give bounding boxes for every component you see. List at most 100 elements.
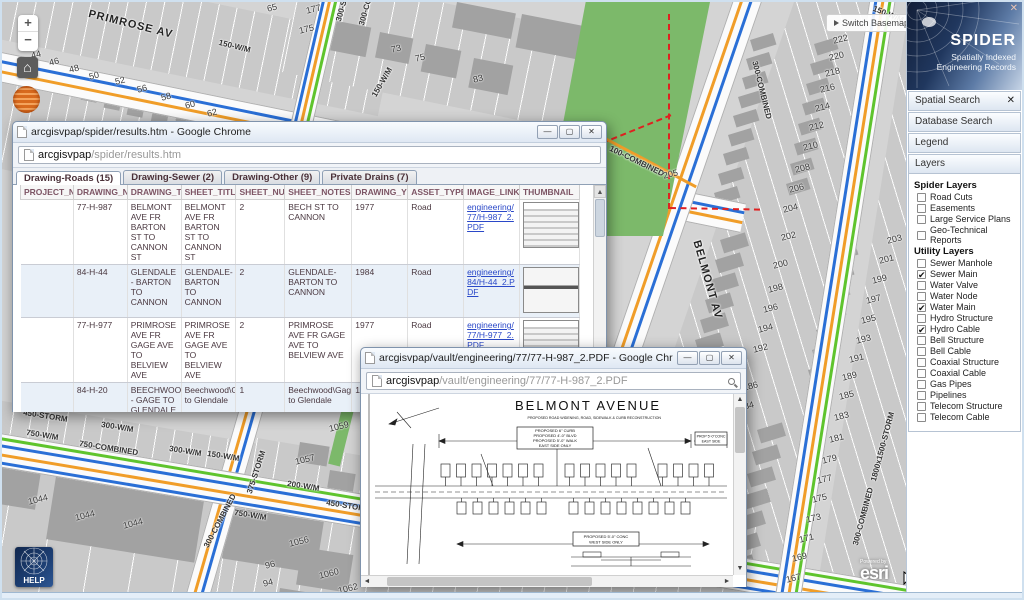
layer-item-hydro-structure[interactable]: Hydro Structure: [917, 313, 1017, 323]
maximize-button[interactable]: ▢: [559, 125, 580, 139]
layer-checkbox[interactable]: [917, 336, 926, 345]
table-cell: PRIMROSE AVE FR GAGE AVE TO BELVIEW AVE: [127, 318, 181, 383]
sidebar-panel-layers[interactable]: Layers: [908, 154, 1021, 174]
layer-checkbox[interactable]: ✔: [917, 270, 926, 279]
layer-item-water-valve[interactable]: Water Valve: [917, 280, 1017, 290]
home-button[interactable]: ⌂: [17, 57, 38, 78]
layer-item-telecom-cable[interactable]: Telecom Cable: [917, 412, 1017, 422]
drawing-thumbnail[interactable]: [523, 202, 579, 248]
layer-checkbox[interactable]: [917, 215, 926, 224]
panel-close-icon[interactable]: ✕: [1007, 92, 1015, 110]
layer-checkbox[interactable]: ✔: [917, 325, 926, 334]
layer-checkbox[interactable]: [917, 292, 926, 301]
sidebar-panel-spatial-search[interactable]: Spatial Search✕: [908, 91, 1021, 111]
column-header[interactable]: DRAWING_NUM: [73, 185, 127, 200]
table-cell: engineering/77/H-987_2.PDF: [464, 200, 520, 265]
layer-item-water-main[interactable]: ✔Water Main: [917, 302, 1017, 312]
layer-item-sewer-manhole[interactable]: Sewer Manhole: [917, 258, 1017, 268]
layer-item-bell-structure[interactable]: Bell Structure: [917, 335, 1017, 345]
layer-checkbox[interactable]: [917, 402, 926, 411]
layer-item-geo-technical-reports[interactable]: Geo-Technical Reports: [917, 225, 1017, 245]
help-button[interactable]: HELP: [15, 547, 53, 587]
search-icon[interactable]: [728, 378, 735, 385]
column-header[interactable]: SHEET_NOTES: [285, 185, 352, 200]
minimize-button[interactable]: —: [677, 351, 698, 365]
maximize-button[interactable]: ▢: [699, 351, 720, 365]
scrollbar-thumb[interactable]: [387, 577, 592, 586]
column-header[interactable]: ASSET_TYPE_D: [408, 185, 464, 200]
layer-item-gas-pipes[interactable]: Gas Pipes: [917, 379, 1017, 389]
layer-checkbox[interactable]: [917, 358, 926, 367]
layer-checkbox[interactable]: [917, 369, 926, 378]
table-cell: 2: [236, 318, 285, 383]
column-header[interactable]: SHEET_TITLE: [181, 185, 236, 200]
layer-item-water-node[interactable]: Water Node: [917, 291, 1017, 301]
pdf-window-titlebar[interactable]: arcgisvpap/vault/engineering/77/77-H-987…: [361, 348, 746, 369]
pdf-horizontal-scrollbar[interactable]: ◄ ►: [361, 575, 733, 587]
results-tab[interactable]: Drawing-Other (9): [224, 170, 320, 184]
layer-checkbox[interactable]: [917, 314, 926, 323]
layer-item-coaxial-cable[interactable]: Coaxial Cable: [917, 368, 1017, 378]
scroll-down-arrow[interactable]: ▼: [734, 563, 746, 575]
column-header[interactable]: DRAWING_YEA: [352, 185, 408, 200]
layer-label: Water Node: [930, 291, 978, 301]
switch-basemap-button[interactable]: Switch Basemap: [826, 14, 917, 32]
layer-item-sewer-main[interactable]: ✔Sewer Main: [917, 269, 1017, 279]
layer-checkbox[interactable]: [917, 193, 926, 202]
map-building: [750, 33, 776, 51]
minimize-button[interactable]: —: [537, 125, 558, 139]
drawing-thumbnail[interactable]: [523, 267, 579, 313]
layer-checkbox[interactable]: [917, 347, 926, 356]
scrollbar-thumb[interactable]: [595, 199, 605, 237]
layer-checkbox[interactable]: [917, 204, 926, 213]
results-tab[interactable]: Drawing-Sewer (2): [123, 170, 222, 184]
zoom-in-button[interactable]: +: [18, 15, 38, 32]
results-url-field[interactable]: arcgisvpap/spider/results.htm: [18, 146, 601, 164]
sidebar-panel-database-search[interactable]: Database Search: [908, 112, 1021, 132]
layer-checkbox[interactable]: ✔: [917, 303, 926, 312]
pdf-vertical-scrollbar[interactable]: ▲ ▼: [733, 394, 746, 575]
frame-bottom-strip: [2, 592, 1022, 598]
column-header[interactable]: PROJECT_NUM: [21, 185, 74, 200]
layer-checkbox[interactable]: [917, 281, 926, 290]
results-tab[interactable]: Private Drains (7): [322, 170, 416, 184]
scroll-right-arrow[interactable]: ►: [721, 576, 733, 587]
layers-panel-content: Spider LayersRoad CutsEasementsLarge Ser…: [908, 174, 1021, 432]
image-link[interactable]: engineering/77/H-977_2.PDF: [467, 320, 514, 350]
column-header[interactable]: DRAWING_TITL: [127, 185, 181, 200]
layer-item-road-cuts[interactable]: Road Cuts: [917, 192, 1017, 202]
image-link[interactable]: engineering/84/H-44_2.PDF: [467, 267, 515, 297]
city-logo-icon[interactable]: [13, 86, 40, 113]
layer-item-large-service-plans[interactable]: Large Service Plans: [917, 214, 1017, 224]
url-path: /spider/results.htm: [91, 149, 181, 161]
layer-checkbox[interactable]: [917, 259, 926, 268]
pdf-url-field[interactable]: arcgisvpap/vault/engineering/77/77-H-987…: [366, 372, 741, 390]
close-button[interactable]: ✕: [721, 351, 742, 365]
map-building: [746, 52, 772, 70]
layer-item-coaxial-structure[interactable]: Coaxial Structure: [917, 357, 1017, 367]
layer-checkbox[interactable]: [917, 231, 926, 240]
zoom-out-button[interactable]: −: [18, 32, 38, 49]
layer-item-pipelines[interactable]: Pipelines: [917, 390, 1017, 400]
sidebar-panel-legend[interactable]: Legend: [908, 133, 1021, 153]
results-tab[interactable]: Drawing-Roads (15): [16, 171, 121, 185]
layer-checkbox[interactable]: [917, 391, 926, 400]
layer-item-easements[interactable]: Easements: [917, 203, 1017, 213]
image-link[interactable]: engineering/77/H-987_2.PDF: [467, 202, 514, 232]
layer-checkbox[interactable]: [917, 413, 926, 422]
column-header[interactable]: THUMBNAIL: [519, 185, 579, 200]
close-button[interactable]: ✕: [581, 125, 602, 139]
scrollbar-thumb[interactable]: [735, 407, 745, 453]
results-window-titlebar[interactable]: arcgisvpap/spider/results.htm - Google C…: [13, 122, 606, 143]
column-header[interactable]: SHEET_NUMBE: [236, 185, 285, 200]
scroll-up-arrow[interactable]: ▲: [734, 394, 746, 406]
layer-item-telecom-structure[interactable]: Telecom Structure: [917, 401, 1017, 411]
layer-checkbox[interactable]: [917, 380, 926, 389]
sidebar-close-icon[interactable]: ✕: [1010, 3, 1018, 14]
scroll-up-arrow[interactable]: ▲: [594, 185, 606, 198]
panel-label: Database Search: [915, 116, 992, 127]
layer-item-bell-cable[interactable]: Bell Cable: [917, 346, 1017, 356]
scroll-left-arrow[interactable]: ◄: [361, 576, 373, 587]
layer-item-hydro-cable[interactable]: ✔Hydro Cable: [917, 324, 1017, 334]
column-header[interactable]: IMAGE_LINK: [464, 185, 520, 200]
